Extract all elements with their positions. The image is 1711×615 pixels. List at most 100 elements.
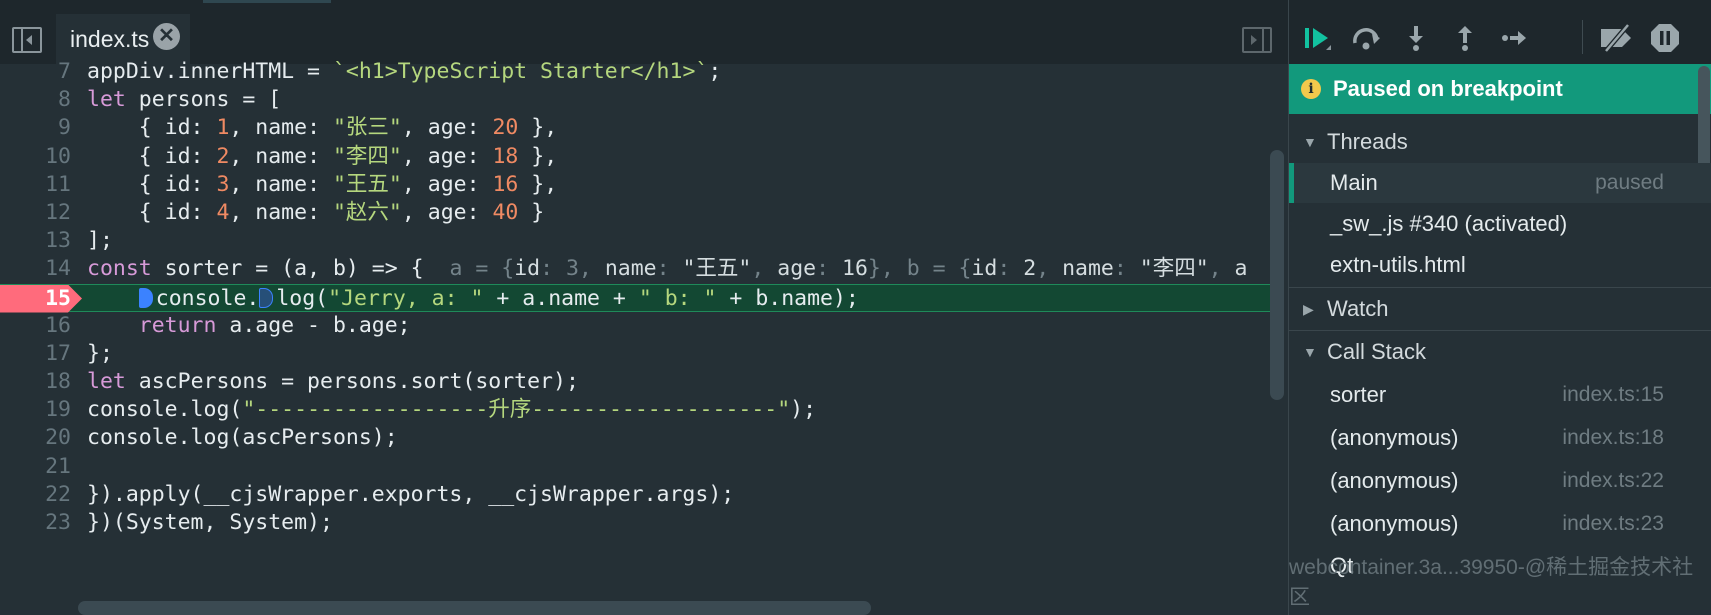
code-token: ,: [751, 256, 778, 282]
code-token: , age:: [401, 115, 493, 141]
toolbar-separator: [1582, 20, 1583, 54]
line-number[interactable]: 21: [0, 453, 71, 481]
code-token: " b: ": [638, 285, 717, 311]
call-stack-section-header[interactable]: ▼ Call Stack: [1289, 331, 1711, 373]
line-number[interactable]: 23: [0, 509, 71, 537]
step-into-icon[interactable]: [1400, 22, 1432, 54]
inline-breakpoint-icon[interactable]: [259, 287, 274, 308]
code-token: ;: [708, 59, 722, 84]
line-number[interactable]: 10: [0, 143, 71, 171]
code-line[interactable]: 17};: [0, 340, 1270, 368]
tab-index-ts[interactable]: index.ts ✕: [56, 14, 190, 64]
code-token: };: [87, 340, 113, 366]
code-line[interactable]: 10 { id: 2, name: "李四", age: 18 },: [0, 143, 1270, 171]
code-line[interactable]: 21: [0, 453, 1270, 481]
code-token: id: [514, 256, 541, 282]
call-stack-frame[interactable]: (anonymous) index.ts:22: [1289, 461, 1711, 501]
step-over-icon[interactable]: [1351, 22, 1383, 54]
line-number[interactable]: 11: [0, 171, 71, 199]
line-number[interactable]: 15: [0, 285, 71, 313]
code-text: return a.age - b.age;: [87, 312, 411, 340]
thread-item-main[interactable]: Main paused: [1289, 163, 1711, 203]
code-line[interactable]: 20 console.log(ascPersons);: [0, 424, 1270, 452]
line-number[interactable]: 22: [0, 481, 71, 509]
call-stack-frame[interactable]: (anonymous) index.ts:23: [1289, 504, 1711, 544]
code-token: , name:: [229, 199, 333, 225]
code-token: appDiv.innerHTML =: [87, 59, 333, 84]
code-line[interactable]: 7 appDiv.innerHTML = `<h1>TypeScript Star…: [0, 58, 1270, 86]
code-token: const: [87, 256, 152, 282]
code-text: console.log("------------------升序-------…: [87, 396, 816, 424]
horizontal-scrollbar[interactable]: [78, 601, 871, 615]
line-number[interactable]: 17: [0, 340, 71, 368]
code-line[interactable]: 18 let ascPersons = persons.sort(sorter);: [0, 368, 1270, 396]
line-number[interactable]: 20: [0, 424, 71, 452]
code-token: ];: [87, 228, 113, 254]
watch-section-header[interactable]: ▶ Watch: [1289, 288, 1711, 330]
code-token: { id:: [87, 171, 217, 197]
code-text: appDiv.innerHTML = `<h1>TypeScript Start…: [87, 58, 721, 86]
code-token: a.age - b.age;: [216, 312, 411, 338]
thread-item[interactable]: _sw_.js #340 (activated): [1289, 204, 1711, 244]
code-token: ascPersons = persons.sort(sorter);: [125, 369, 579, 395]
line-number[interactable]: 7: [0, 58, 71, 86]
call-stack-frame[interactable]: sorter index.ts:15: [1289, 375, 1711, 415]
thread-name: _sw_.js #340 (activated): [1330, 211, 1568, 236]
thread-item[interactable]: extn-utils.html: [1289, 245, 1711, 285]
code-token: , age:: [401, 171, 493, 197]
step-out-icon[interactable]: [1449, 22, 1481, 54]
code-line[interactable]: 23 })(System, System);: [0, 509, 1270, 537]
line-number[interactable]: 14: [0, 255, 71, 283]
pause-on-exceptions-icon[interactable]: [1649, 22, 1681, 54]
close-icon[interactable]: ✕: [153, 23, 180, 50]
code-token: 2: [216, 143, 230, 169]
code-token: persons = [: [125, 87, 282, 113]
call-stack-frame[interactable]: (anonymous) index.ts:18: [1289, 418, 1711, 458]
current-line[interactable]: 15 console. log("Jerry, a: " + a.name + "…: [0, 283, 1270, 313]
code-line[interactable]: 22 }).apply(__cjsWrapper.exports, __cjsWr…: [0, 481, 1270, 509]
code-token: "Jerry, a: ": [328, 285, 484, 311]
code-token: console.: [155, 285, 260, 311]
code-line[interactable]: 19 console.log("------------------升序-----…: [0, 396, 1270, 424]
code-token: :: [816, 256, 842, 282]
step-icon[interactable]: [1498, 22, 1530, 54]
line-number[interactable]: 18: [0, 368, 71, 396]
code-token: "赵六": [332, 199, 402, 225]
code-line[interactable]: 8 let persons = [: [0, 86, 1270, 114]
inline-breakpoint-icon[interactable]: [138, 287, 153, 308]
code-token: },: [518, 115, 558, 141]
line-number[interactable]: 13: [0, 227, 71, 255]
line-number[interactable]: 12: [0, 199, 71, 227]
code-line[interactable]: 12 { id: 4, name: "赵六", age: 40 }: [0, 199, 1270, 227]
threads-section-header[interactable]: ▼ Threads: [1289, 121, 1711, 163]
code-text: })(System, System);: [87, 509, 333, 537]
line-number[interactable]: 16: [0, 312, 71, 340]
code-token: :: [656, 256, 683, 282]
deactivate-breakpoints-icon[interactable]: [1597, 22, 1637, 54]
line-number[interactable]: 8: [0, 86, 71, 114]
code-token: console.log(ascPersons);: [87, 425, 398, 451]
code-line[interactable]: 14 const sorter = (a, b) => { a = {id: 3,…: [0, 255, 1270, 283]
code-token: 3: [565, 256, 579, 282]
continue-icon[interactable]: [1301, 22, 1333, 54]
code-token: age: [777, 256, 817, 282]
code-text: let ascPersons = persons.sort(sorter);: [87, 368, 579, 396]
code-text: { id: 4, name: "赵六", age: 40 }: [87, 199, 544, 227]
thread-status: paused: [1595, 171, 1664, 194]
code-line[interactable]: 16 return a.age - b.age;: [0, 312, 1270, 340]
toggle-panel-icon[interactable]: [1242, 27, 1272, 53]
code-area[interactable]: 7 appDiv.innerHTML = `<h1>TypeScript Star…: [0, 58, 1270, 598]
code-line[interactable]: 11 { id: 3, name: "王五", age: 16 },: [0, 171, 1270, 199]
info-icon: i: [1301, 79, 1321, 99]
tab-bar-accent: [203, 0, 331, 3]
code-token: :: [540, 256, 566, 282]
code-text: console. log("Jerry, a: " + a.name + " b:…: [87, 285, 859, 313]
chevron-down-icon: ▼: [1303, 344, 1317, 360]
line-number[interactable]: 9: [0, 114, 71, 142]
code-text: }).apply(__cjsWrapper.exports, __cjsWrap…: [87, 481, 734, 509]
vertical-scrollbar[interactable]: [1270, 150, 1284, 400]
code-line[interactable]: 9 { id: 1, name: "张三", age: 20 },: [0, 114, 1270, 142]
line-number[interactable]: 19: [0, 396, 71, 424]
toggle-sidebar-icon[interactable]: [12, 27, 42, 53]
code-line[interactable]: 13];: [0, 227, 1270, 255]
